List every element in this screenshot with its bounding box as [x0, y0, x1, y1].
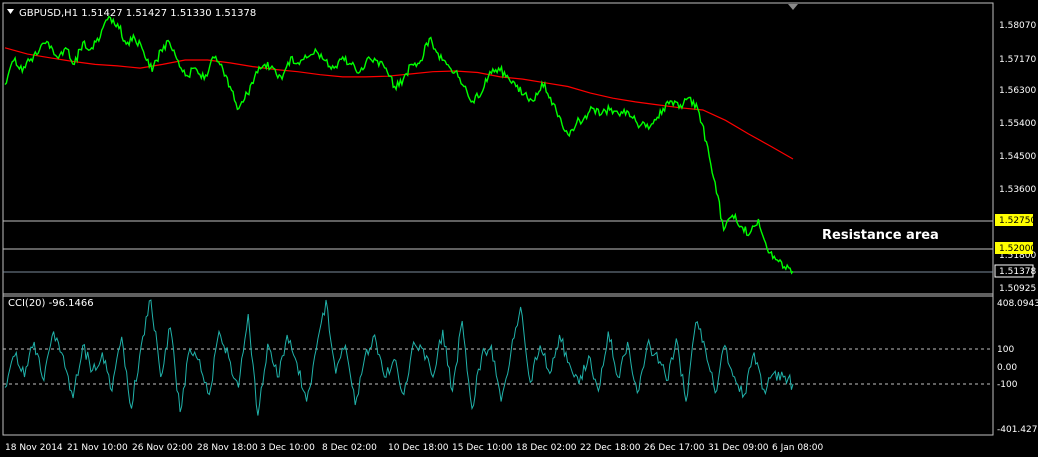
cci-axis-label: 408.0943	[997, 299, 1038, 309]
time-label: 18 Dec 02:00	[516, 443, 577, 453]
time-label: 6 Jan 08:00	[772, 443, 824, 453]
time-label: 18 Nov 2014	[5, 443, 63, 453]
cci-axis-label: 100	[997, 345, 1014, 355]
cci-axis-label: 0.00	[997, 363, 1017, 373]
price-label: 1.57170	[999, 55, 1036, 65]
time-label: 3 Dec 10:00	[260, 443, 315, 453]
moving-average-line	[4, 47, 794, 160]
time-label: 15 Dec 10:00	[452, 443, 513, 453]
time-label: 28 Nov 18:00	[197, 443, 258, 453]
bid-price-text: 1.51378	[999, 267, 1036, 277]
time-label: 21 Nov 10:00	[67, 443, 128, 453]
time-axis[interactable]: 18 Nov 2014 21 Nov 10:00 26 Nov 02:00 28…	[5, 443, 824, 453]
price-label: 1.50925	[999, 284, 1036, 294]
price-label: 1.58070	[999, 21, 1036, 31]
cci-series-line	[4, 299, 794, 416]
cci-axis[interactable]: 408.0943 100 0.00 -100 -401.4278	[997, 299, 1038, 435]
time-label: 31 Dec 09:00	[708, 443, 769, 453]
price-label: 1.55400	[999, 119, 1036, 129]
time-label: 26 Nov 02:00	[132, 443, 193, 453]
mt4-chart-window[interactable]: GBPUSD,H1 1.51427 1.51427 1.51330 1.5137…	[0, 0, 1038, 457]
time-label: 10 Dec 18:00	[388, 443, 449, 453]
price-label: 1.54500	[999, 152, 1036, 162]
price-highlight-1-text: 1.52750	[999, 216, 1036, 226]
cci-axis-label: -401.4278	[997, 425, 1038, 435]
chart-shift-marker-icon[interactable]	[788, 4, 798, 10]
price-series-line	[4, 15, 794, 275]
price-label: 1.56300	[999, 86, 1036, 96]
cci-axis-label: -100	[997, 380, 1018, 390]
price-highlight-2-text: 1.52000	[999, 244, 1036, 254]
price-axis[interactable]: 1.58070 1.57170 1.56300 1.55400 1.54500 …	[994, 21, 1036, 294]
resistance-area-label: Resistance area	[822, 228, 939, 243]
price-label: 1.53600	[999, 185, 1036, 195]
time-label: 26 Dec 17:00	[644, 443, 705, 453]
cci-label: CCI(20) -96.1466	[8, 298, 94, 309]
symbol-header: GBPUSD,H1 1.51427 1.51427 1.51330 1.5137…	[19, 8, 256, 19]
time-label: 8 Dec 02:00	[322, 443, 377, 453]
symbol-menu-triangle-icon[interactable]	[7, 9, 14, 14]
time-label: 22 Dec 18:00	[580, 443, 641, 453]
